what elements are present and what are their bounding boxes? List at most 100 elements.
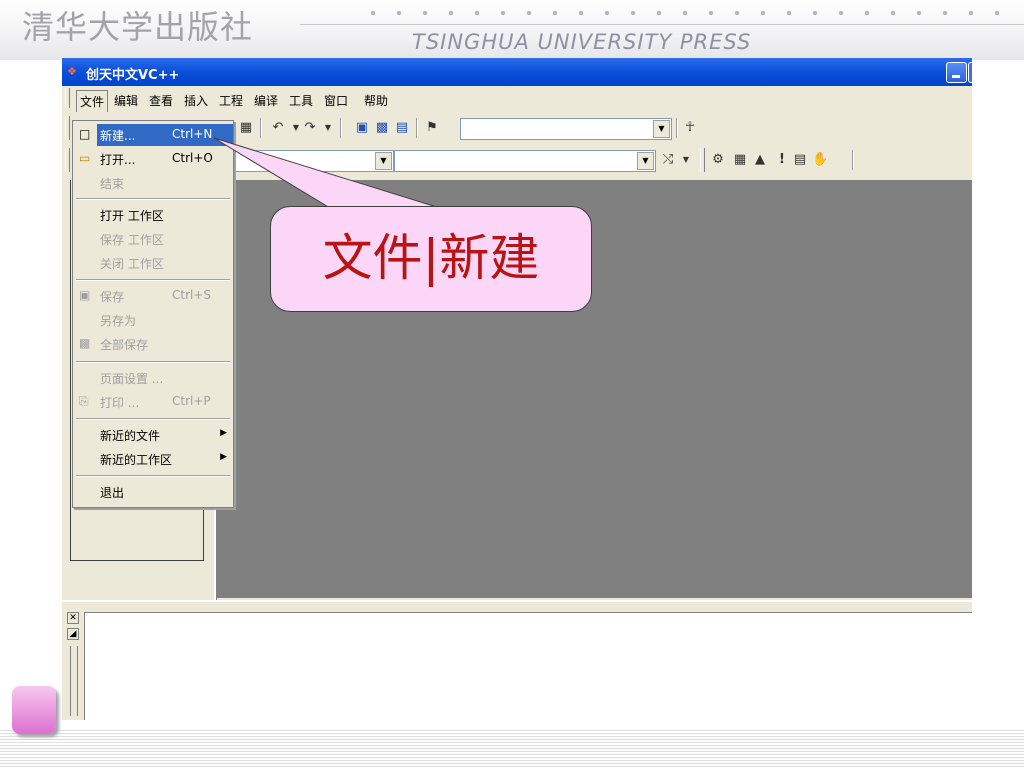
- menu-item-shortcut: Ctrl+S: [172, 288, 212, 302]
- app-logo-icon: ❖: [67, 65, 77, 78]
- member-combo[interactable]: ▼: [394, 150, 656, 172]
- menu-item-new[interactable]: □ 新建... Ctrl+N: [73, 123, 233, 147]
- menu-item-label: 新近的文件: [100, 429, 161, 443]
- menu-tools[interactable]: 工具: [286, 90, 316, 111]
- find-combo[interactable]: ▼: [460, 118, 672, 140]
- menu-bar: 文件 编辑 查看 插入 工程 编译 工具 窗口 帮助: [62, 86, 972, 112]
- compile-icon[interactable]: ⚙: [710, 152, 726, 168]
- output-window-icon[interactable]: ▩: [374, 120, 390, 136]
- publisher-name-english: TSINGHUA UNIVERSITY PRESS: [412, 30, 752, 54]
- toolbar-grip[interactable]: [65, 148, 70, 172]
- close-icon[interactable]: ✕: [67, 612, 79, 624]
- menu-item-open[interactable]: ▭ 打开... Ctrl+O: [73, 147, 233, 171]
- slide-nav-button[interactable]: [12, 686, 56, 734]
- menu-item-label: 退出: [100, 486, 125, 500]
- menu-item-label: 保存: [100, 290, 125, 304]
- maximize-button[interactable]: [968, 62, 972, 83]
- chevron-down-icon[interactable]: ▼: [637, 152, 654, 170]
- toolbar-grip[interactable]: [65, 116, 70, 140]
- dock-icon[interactable]: ◢: [67, 628, 79, 640]
- menu-grip[interactable]: [65, 88, 70, 108]
- menu-item-save-workspace[interactable]: 保存 工作区: [73, 227, 233, 251]
- save-disk-icon: ▣: [79, 288, 91, 302]
- output-pane: ✕ ◢: [62, 600, 972, 720]
- execute-icon[interactable]: !: [774, 152, 790, 168]
- go-icon[interactable]: ▤: [792, 152, 808, 168]
- menu-item-recent-files[interactable]: 新近的文件 ▶: [73, 423, 233, 447]
- header-divider: [300, 24, 1024, 25]
- minimize-button[interactable]: [946, 62, 967, 83]
- wizard-dropdown-icon[interactable]: ▼: [678, 152, 694, 168]
- menu-item-label: 另存为: [100, 314, 137, 328]
- menu-view[interactable]: 查看: [146, 90, 176, 111]
- redo-icon[interactable]: ↷: [302, 120, 318, 136]
- callout-text: 文件|新建: [322, 229, 540, 287]
- class-combo[interactable]: ▼: [232, 150, 394, 172]
- slide-footer: [0, 728, 1024, 768]
- output-text-area[interactable]: [84, 612, 972, 720]
- menu-separator: [76, 198, 230, 200]
- window-title: 创天中文VC++: [86, 68, 180, 83]
- menu-item-label: 新近的工作区: [100, 453, 173, 467]
- menu-item-print[interactable]: ⎘ 打印 ... Ctrl+P: [73, 390, 233, 414]
- toolbar-grip[interactable]: [700, 148, 705, 172]
- save-all-icon: ▩: [79, 336, 91, 350]
- menu-item-label: 保存 工作区: [100, 233, 164, 247]
- menu-item-save-as[interactable]: 另存为: [73, 308, 233, 332]
- menu-item-close[interactable]: 结束: [73, 171, 233, 195]
- chevron-down-icon[interactable]: ▼: [375, 152, 392, 170]
- redo-dropdown-icon[interactable]: ▼: [320, 120, 336, 136]
- find-in-files-icon[interactable]: ⚑: [424, 120, 440, 136]
- menu-item-shortcut: Ctrl+P: [172, 394, 211, 408]
- menu-item-label: 打印 ...: [100, 396, 140, 410]
- menu-item-shortcut: Ctrl+O: [172, 151, 213, 165]
- menu-item-label: 页面设置 ...: [100, 372, 164, 386]
- undo-icon[interactable]: ↶: [270, 120, 286, 136]
- menu-separator: [76, 418, 230, 420]
- menu-item-open-workspace[interactable]: 打开 工作区: [73, 203, 233, 227]
- menu-project[interactable]: 工程: [216, 90, 246, 111]
- build-icon[interactable]: ▦: [732, 152, 748, 168]
- menu-insert[interactable]: 插入: [181, 90, 211, 111]
- menu-item-exit[interactable]: 退出: [73, 480, 233, 504]
- menu-item-save[interactable]: ▣ 保存 Ctrl+S: [73, 284, 233, 308]
- workspace-window-icon[interactable]: ▣: [354, 120, 370, 136]
- windows-list-icon[interactable]: ▤: [394, 120, 410, 136]
- file-menu-dropdown: □ 新建... Ctrl+N ▭ 打开... Ctrl+O 结束 打开 工作区 …: [72, 120, 234, 508]
- menu-file[interactable]: 文件: [76, 90, 109, 112]
- output-grip[interactable]: [70, 646, 78, 716]
- menu-window[interactable]: 窗口: [321, 90, 351, 111]
- printer-icon: ⎘: [79, 394, 89, 408]
- title-bar[interactable]: ❖ 创天中文VC++: [62, 58, 972, 86]
- menu-item-save-all[interactable]: ▩ 全部保存: [73, 332, 233, 356]
- menu-item-close-workspace[interactable]: 关闭 工作区: [73, 251, 233, 275]
- menu-item-label: 关闭 工作区: [100, 257, 164, 271]
- menu-separator: [76, 475, 230, 477]
- stop-build-icon[interactable]: ▲: [752, 152, 768, 168]
- publisher-name-chinese: 清华大学出版社: [22, 8, 254, 46]
- menu-item-shortcut: Ctrl+N: [172, 127, 213, 141]
- chevron-down-icon[interactable]: ▼: [653, 120, 670, 138]
- header-dot-pattern: [360, 8, 1020, 18]
- menu-separator: [76, 361, 230, 363]
- paste-icon[interactable]: ▦: [238, 120, 254, 136]
- menu-help[interactable]: 帮助: [361, 90, 391, 111]
- menu-edit[interactable]: 编辑: [111, 90, 141, 111]
- menu-item-recent-workspaces[interactable]: 新近的工作区 ▶: [73, 447, 233, 471]
- find-binoculars-icon[interactable]: ☥: [682, 120, 698, 136]
- wizard-action-icon[interactable]: ⤭: [660, 152, 676, 168]
- menu-item-label: 新建...: [100, 129, 136, 143]
- toolbar-separator: [852, 150, 854, 170]
- breakpoint-hand-icon[interactable]: ✋: [812, 152, 828, 168]
- menu-item-page-setup[interactable]: 页面设置 ...: [73, 366, 233, 390]
- menu-item-label: 打开...: [100, 153, 136, 167]
- toolbar-separator: [340, 118, 342, 138]
- toolbar-separator: [260, 118, 262, 138]
- submenu-arrow-icon: ▶: [220, 452, 227, 462]
- callout-box: 文件|新建: [270, 206, 592, 312]
- menu-item-label: 打开 工作区: [100, 209, 164, 223]
- menu-item-label: 结束: [100, 177, 125, 191]
- menu-build[interactable]: 编译: [251, 90, 281, 111]
- new-file-icon: □: [79, 127, 91, 141]
- open-folder-icon: ▭: [79, 151, 91, 165]
